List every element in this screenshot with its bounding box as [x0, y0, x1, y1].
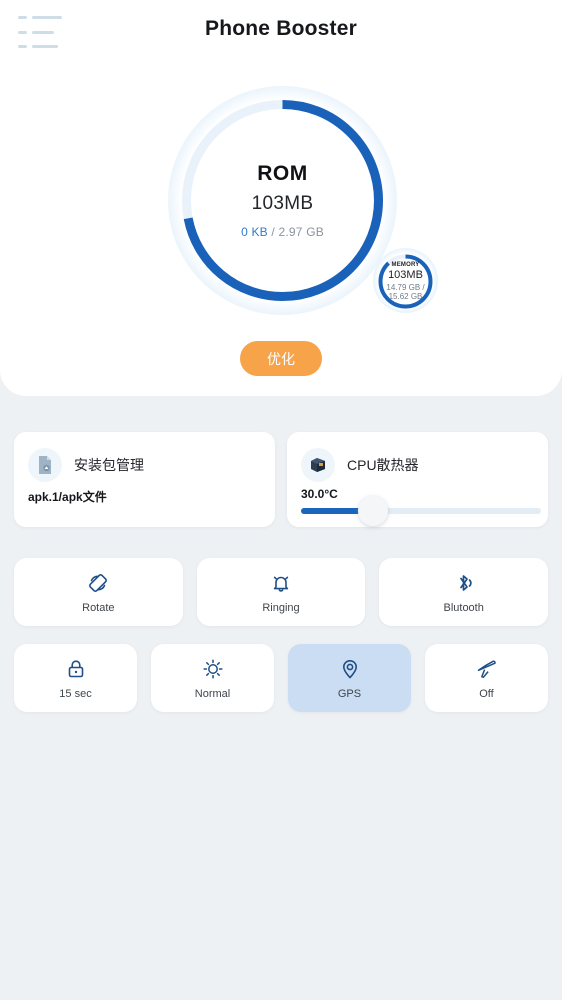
- optimize-button[interactable]: 优化: [240, 341, 322, 376]
- cpu-temperature-slider[interactable]: [301, 496, 541, 526]
- phone-booster-screen: Phone Booster ROM 103MB 0 KB / 2.97 GB M…: [0, 0, 562, 1000]
- gauge-separator: /: [267, 225, 279, 239]
- tile-label: Blutooth: [443, 601, 484, 614]
- screen-rotate-icon: [86, 571, 110, 595]
- tile-label: Normal: [194, 687, 231, 700]
- memory-gauge-used: 14.79 GB /: [386, 283, 425, 293]
- gauge-used: 0 KB: [241, 225, 268, 239]
- tile-airplane-mode[interactable]: Off: [425, 644, 548, 712]
- memory-gauge-total: 15.62 GB: [388, 292, 423, 302]
- gauge-readout: ROM 103MB 0 KB / 2.97 GB: [176, 94, 389, 307]
- cpu-temperature: 30.0°C: [301, 487, 338, 501]
- tile-rotate[interactable]: Rotate: [14, 558, 183, 626]
- cpu-chip-glyph: [311, 458, 325, 472]
- memory-gauge-readout: MEMORY 103MB 14.79 GB / 15.62 GB: [377, 253, 434, 310]
- card-header: CPU散热器: [301, 448, 419, 482]
- gauge-total: 2.97 GB: [278, 225, 324, 239]
- cpu-chip-icon: [301, 448, 335, 482]
- apk-file-icon: [28, 448, 62, 482]
- location-pin-glyph: [342, 659, 357, 678]
- tile-brightness[interactable]: Normal: [151, 644, 274, 712]
- bluetooth-icon: [452, 571, 476, 595]
- memory-gauge-value: 103MB: [388, 269, 423, 282]
- quick-toggles-row-2: 15 sec Normal GPS Off: [14, 644, 548, 712]
- bell-glyph: [273, 576, 289, 592]
- cpu-cooler-card[interactable]: CPU散热器 30.0°C: [287, 432, 548, 527]
- lock-icon: [64, 657, 88, 681]
- tile-screen-timeout[interactable]: 15 sec: [14, 644, 137, 712]
- slider-thumb[interactable]: [358, 496, 388, 526]
- menu-row: [18, 45, 64, 48]
- bluetooth-glyph: [459, 574, 472, 591]
- apk-manager-detail: apk.1/apk文件: [28, 490, 107, 504]
- tile-label: 15 sec: [59, 687, 92, 700]
- cpu-cooler-title: CPU散热器: [347, 457, 419, 473]
- menu-dash: [18, 45, 27, 48]
- lock-glyph: [68, 659, 83, 677]
- brightness-sun-icon: [201, 657, 225, 681]
- tile-gps[interactable]: GPS: [288, 644, 411, 712]
- storage-gauge: ROM 103MB 0 KB / 2.97 GB: [168, 86, 397, 315]
- menu-line: [32, 45, 58, 48]
- gauge-value: 103MB: [251, 193, 314, 214]
- page-title: Phone Booster: [205, 17, 357, 40]
- feature-cards: 安装包管理 apk.1/apk文件 CPU散热器 30.0°C: [14, 432, 548, 527]
- screen-rotate-glyph: [89, 573, 108, 592]
- tile-label: Rotate: [82, 601, 115, 614]
- tile-label: Off: [479, 687, 494, 700]
- quick-toggles-row-1: Rotate Ringing Blutooth: [14, 558, 549, 626]
- gps-location-pin-icon: [338, 657, 362, 681]
- bell-ringing-icon: [269, 571, 293, 595]
- memory-gauge: MEMORY 103MB 14.79 GB / 15.62 GB: [373, 248, 438, 314]
- tile-label: Ringing: [262, 601, 300, 614]
- tile-bluetooth[interactable]: Blutooth: [379, 558, 549, 626]
- apk-file-glyph: [39, 456, 51, 474]
- airplane-glyph: [477, 660, 496, 678]
- app-header: Phone Booster: [0, 0, 562, 64]
- tile-label: GPS: [337, 687, 362, 700]
- gauge-label: ROM: [257, 162, 308, 185]
- apk-manager-card[interactable]: 安装包管理 apk.1/apk文件: [14, 432, 275, 527]
- gauge-capacity: 0 KB / 2.97 GB: [241, 225, 324, 239]
- tile-ringing[interactable]: Ringing: [196, 558, 366, 626]
- airplane-mode-icon: [475, 657, 499, 681]
- apk-manager-title: 安装包管理: [74, 457, 144, 473]
- memory-gauge-label: MEMORY: [391, 261, 420, 268]
- card-header: 安装包管理: [28, 448, 144, 482]
- sun-glyph: [202, 658, 223, 679]
